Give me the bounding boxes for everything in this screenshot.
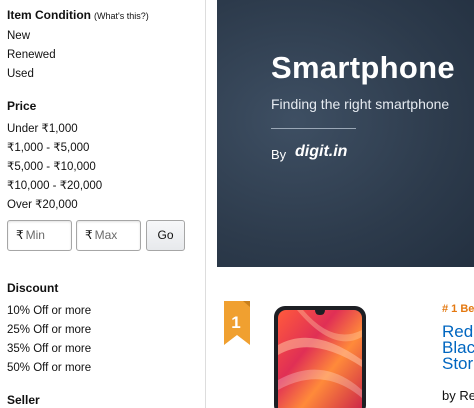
banner-by-label: By — [271, 147, 287, 162]
max-price-placeholder: Max — [94, 228, 118, 242]
product-brand: by Re — [442, 388, 474, 403]
condition-used-option[interactable]: Used — [7, 67, 34, 81]
rupee-icon: ₹ — [85, 228, 93, 242]
price-option-under-1000[interactable]: Under ₹1,000 — [7, 122, 78, 136]
banner-title: Smartphone — [271, 50, 455, 85]
discount-option-25[interactable]: 25% Off or more — [7, 323, 91, 337]
digit-logo: digit.in — [295, 143, 348, 160]
banner-divider — [271, 128, 356, 129]
seller-title: Seller — [7, 393, 40, 407]
rupee-icon: ₹ — [16, 228, 24, 242]
best-seller-rank: # 1 Be — [442, 303, 474, 315]
price-go-button[interactable]: Go — [146, 220, 185, 251]
price-option-1000-5000[interactable]: ₹1,000 - ₹5,000 — [7, 141, 89, 155]
price-option-5000-10000[interactable]: ₹5,000 - ₹10,000 — [7, 160, 96, 174]
item-condition-title: Item Condition (What's this?) — [7, 8, 149, 22]
product-title-line: Stor — [442, 354, 474, 372]
product-image[interactable] — [273, 305, 367, 408]
price-option-over-20000[interactable]: Over ₹20,000 — [7, 198, 78, 212]
condition-new-option[interactable]: New — [7, 29, 30, 43]
discount-title: Discount — [7, 281, 59, 295]
price-title: Price — [7, 99, 37, 113]
banner-subtitle: Finding the right smartphone — [271, 96, 450, 112]
rank-badge-number: 1 — [231, 313, 240, 332]
discount-option-35[interactable]: 35% Off or more — [7, 342, 91, 356]
discount-option-50[interactable]: 50% Off or more — [7, 361, 91, 375]
whats-this-link[interactable]: (What's this?) — [94, 11, 149, 21]
discount-option-10[interactable]: 10% Off or more — [7, 304, 91, 318]
item-condition-label: Item Condition — [7, 8, 91, 22]
max-price-input[interactable]: ₹ Max — [76, 220, 141, 251]
rank-badge: 1 — [224, 301, 250, 345]
promo-banner[interactable]: Smartphone Finding the right smartphone … — [217, 0, 474, 267]
condition-renewed-option[interactable]: Renewed — [7, 48, 56, 62]
product-title-link[interactable]: Red Blac Stor — [442, 324, 474, 372]
price-option-10000-20000[interactable]: ₹10,000 - ₹20,000 — [7, 179, 102, 193]
filter-sidebar: Item Condition (What's this?) New Renewed… — [0, 0, 206, 408]
min-price-input[interactable]: ₹ Min — [7, 220, 72, 251]
min-price-placeholder: Min — [25, 228, 45, 242]
